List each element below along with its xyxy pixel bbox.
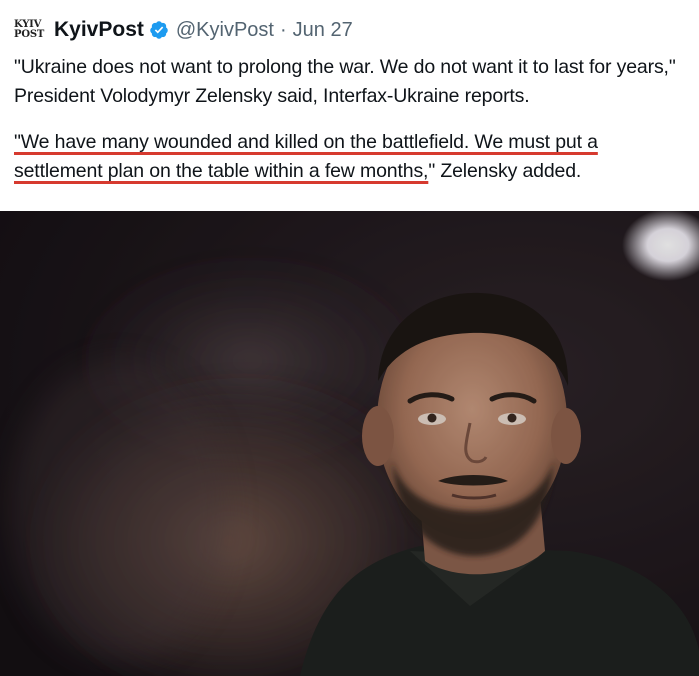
author-handle[interactable]: @KyivPost [176,19,274,42]
tweet-text: "Ukraine does not want to prolong the wa… [14,53,690,186]
tweet-photo[interactable] [0,211,699,676]
kyivpost-logo[interactable]: KYIV POST [14,15,48,45]
logo-line-2: POST [14,29,45,40]
verified-badge-icon [149,20,169,40]
tweet-date[interactable]: Jun 27 [293,19,353,42]
tweet: KYIV POST KyivPost @KyivPost · Jun 27 "U… [0,0,699,676]
meta-separator: · [279,18,287,41]
photo-zelensky-portrait [0,211,699,676]
tweet-header: KYIV POST KyivPost @KyivPost · Jun 27 [14,14,353,46]
tweet-paragraph-1: "Ukraine does not want to prolong the wa… [14,56,676,107]
quote-attribution: " Zelensky added. [428,160,582,182]
author-name[interactable]: KyivPost [54,18,144,42]
tweet-paragraph-2: "We have many wounded and killed on the … [14,128,690,186]
